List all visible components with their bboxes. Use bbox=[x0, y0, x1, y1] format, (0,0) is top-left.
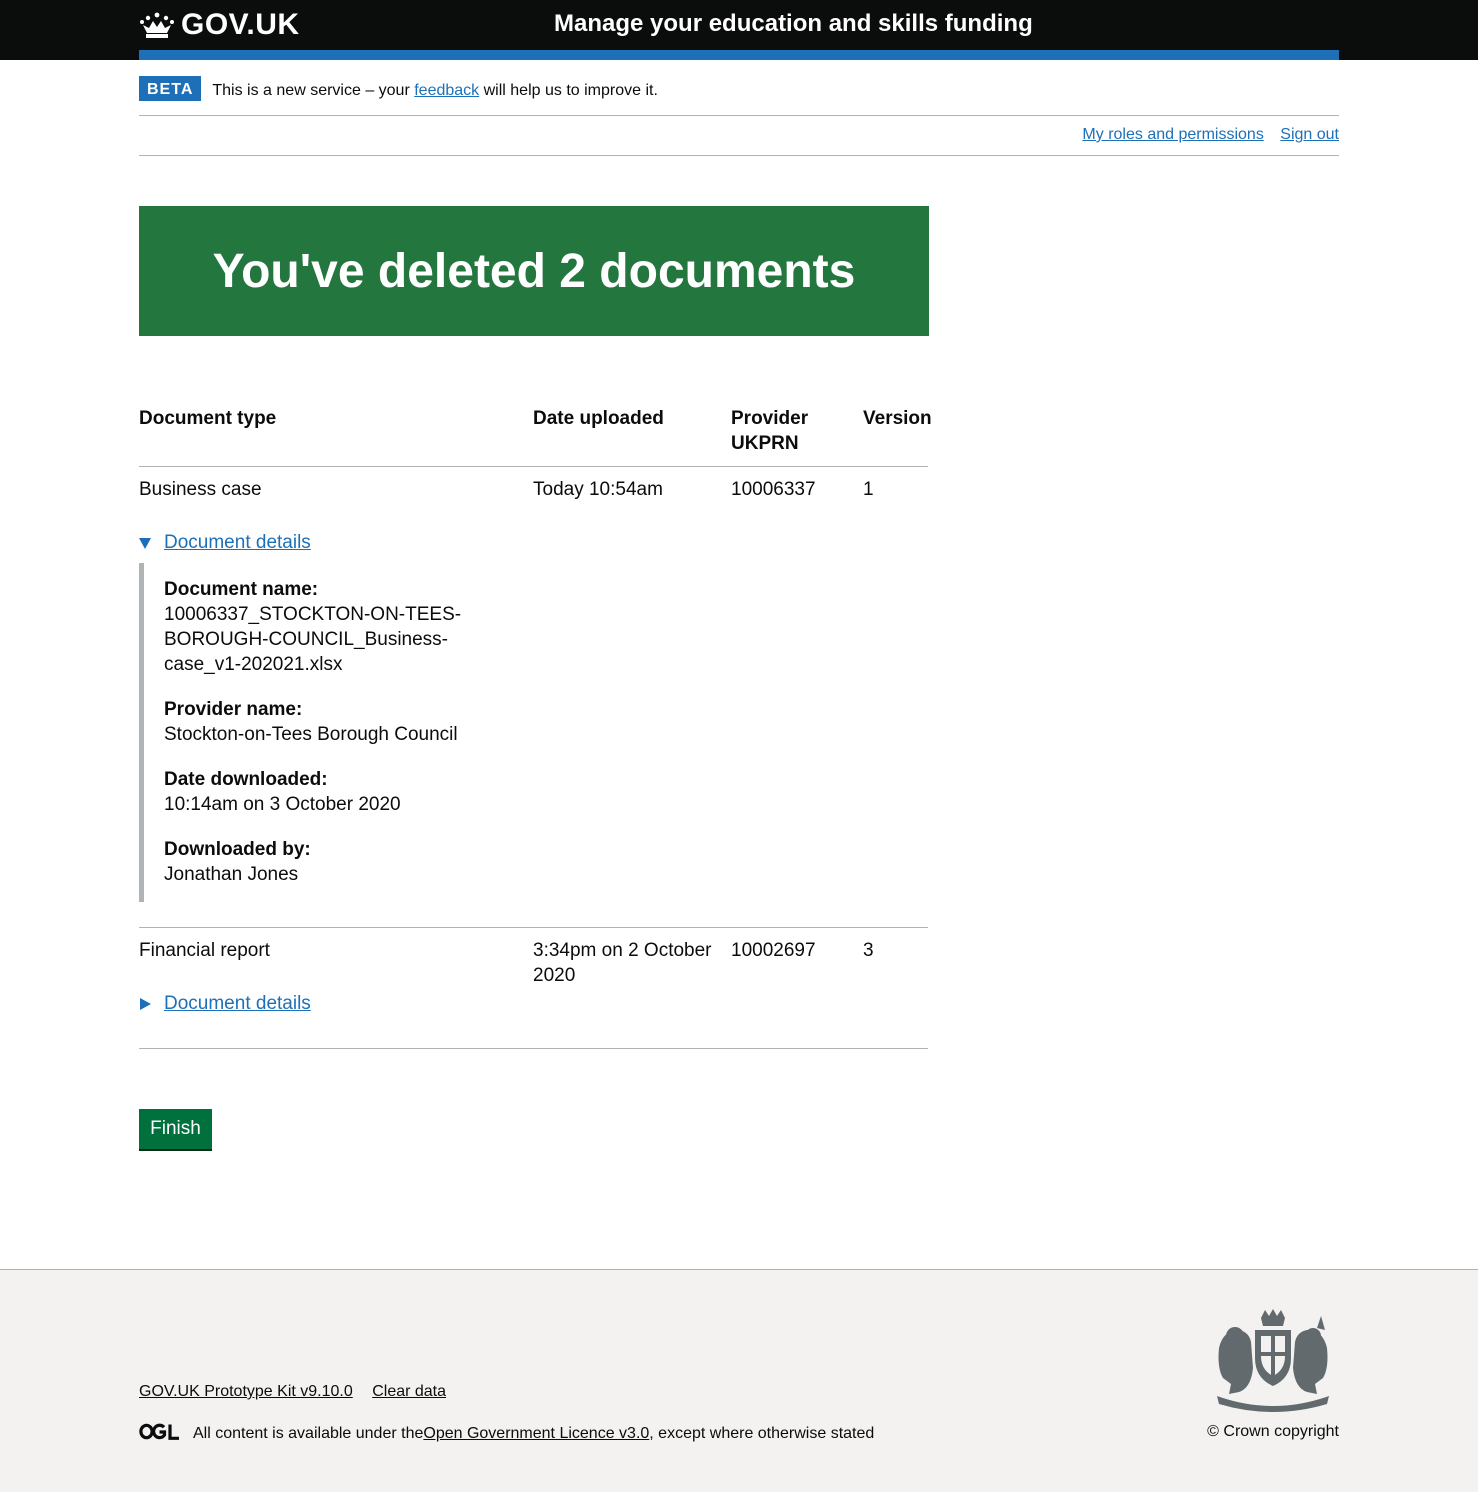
crown-copyright: © Crown copyright bbox=[1207, 1423, 1339, 1441]
column-header-date-uploaded: Date uploaded bbox=[533, 408, 664, 429]
phase-text-before: This is a new service – your bbox=[212, 82, 415, 99]
phase-text-after: will help us to improve it. bbox=[479, 82, 658, 99]
provider-header-line2: UKPRN bbox=[731, 433, 799, 454]
row1-details-link[interactable]: Document details bbox=[164, 532, 311, 554]
row2-date-line2: 2020 bbox=[533, 965, 576, 986]
site-header: GOV.UK Manage your education and skills … bbox=[0, 0, 1478, 60]
chevron-right-icon bbox=[140, 998, 151, 1010]
ogl-licence-link[interactable]: Open Government Licence v3.0 bbox=[423, 1425, 649, 1443]
row1-version: 1 bbox=[863, 479, 874, 500]
document-name-line1: 10006337_STOCKTON-ON-TEES- bbox=[164, 604, 462, 625]
licence-text-after: , except where otherwise stated bbox=[649, 1425, 875, 1442]
feedback-link[interactable]: feedback bbox=[414, 82, 479, 99]
downloaded-by-label: Downloaded by: bbox=[164, 839, 311, 860]
row2-date-uploaded: 3:34pm on 2 October 2020 bbox=[533, 938, 712, 988]
phase-banner: BETA This is a new service – your feedba… bbox=[139, 76, 1339, 116]
service-name-link[interactable]: Manage your education and skills funding bbox=[554, 10, 1033, 38]
royal-coat-of-arms-icon bbox=[1209, 1308, 1337, 1417]
ogl-logo-icon bbox=[139, 1423, 180, 1445]
crown-icon bbox=[139, 11, 175, 39]
confirmation-panel: You've deleted 2 documents bbox=[139, 206, 929, 336]
row2-version: 3 bbox=[863, 940, 874, 961]
provider-header-line1: Provider bbox=[731, 408, 809, 429]
row2-divider bbox=[139, 1048, 928, 1049]
row2-document-type: Financial report bbox=[139, 940, 270, 961]
row1-ukprn: 10006337 bbox=[731, 479, 816, 500]
row1-details-toggle[interactable]: Document details bbox=[139, 532, 311, 554]
chevron-down-icon bbox=[139, 537, 151, 549]
row2-details-toggle[interactable]: Document details bbox=[139, 993, 311, 1015]
sign-out-link[interactable]: Sign out bbox=[1280, 126, 1339, 143]
row1-divider bbox=[139, 927, 928, 928]
document-name-label: Document name: bbox=[164, 579, 319, 600]
column-header-document-type: Document type bbox=[139, 408, 277, 429]
clear-data-link[interactable]: Clear data bbox=[372, 1383, 446, 1400]
finish-button[interactable]: Finish bbox=[139, 1109, 212, 1149]
row2-date-line1: 3:34pm on 2 October bbox=[533, 940, 712, 961]
row1-document-type: Business case bbox=[139, 479, 262, 500]
provider-name-value: Stockton-on-Tees Borough Council bbox=[164, 724, 458, 745]
document-name-line2: BOROUGH-COUNCIL_Business- bbox=[164, 629, 448, 650]
row2-ukprn: 10002697 bbox=[731, 940, 816, 961]
prototype-kit-link[interactable]: GOV.UK Prototype Kit v9.10.0 bbox=[139, 1383, 353, 1400]
provider-name-label: Provider name: bbox=[164, 699, 303, 720]
roles-permissions-link[interactable]: My roles and permissions bbox=[1082, 126, 1263, 143]
beta-tag: BETA bbox=[139, 76, 202, 101]
column-header-provider-ukprn: Provider UKPRN bbox=[731, 406, 808, 456]
logo-text: GOV.UK bbox=[181, 8, 300, 41]
date-downloaded-value: 10:14am on 3 October 2020 bbox=[164, 794, 401, 815]
document-name-line3: case_v1-202021.xlsx bbox=[164, 654, 343, 675]
header-blue-bar bbox=[139, 50, 1339, 60]
row1-details-panel: Document name: 10006337_STOCKTON-ON-TEES… bbox=[139, 563, 539, 902]
row2-details-link[interactable]: Document details bbox=[164, 993, 311, 1015]
header-divider bbox=[139, 466, 928, 467]
downloaded-by-value: Jonathan Jones bbox=[164, 864, 299, 885]
column-header-version: Version bbox=[863, 408, 932, 429]
date-downloaded-label: Date downloaded: bbox=[164, 769, 328, 790]
crown-copyright-link[interactable]: © Crown copyright bbox=[1207, 1423, 1339, 1440]
licence-statement: All content is available under the Open … bbox=[139, 1423, 874, 1445]
licence-text-before: All content is available under the bbox=[193, 1425, 424, 1442]
phase-banner-text: This is a new service – your feedback wi… bbox=[212, 82, 658, 100]
footer-links: GOV.UK Prototype Kit v9.10.0 Clear data bbox=[139, 1383, 461, 1401]
panel-title: You've deleted 2 documents bbox=[212, 244, 856, 298]
govuk-logo-link[interactable]: GOV.UK bbox=[139, 8, 300, 42]
account-navigation: My roles and permissions Sign out bbox=[139, 116, 1339, 156]
site-footer: GOV.UK Prototype Kit v9.10.0 Clear data … bbox=[0, 1269, 1478, 1492]
row1-date-uploaded: Today 10:54am bbox=[533, 479, 663, 500]
document-name-value: 10006337_STOCKTON-ON-TEES- BOROUGH-COUNC… bbox=[164, 602, 539, 677]
